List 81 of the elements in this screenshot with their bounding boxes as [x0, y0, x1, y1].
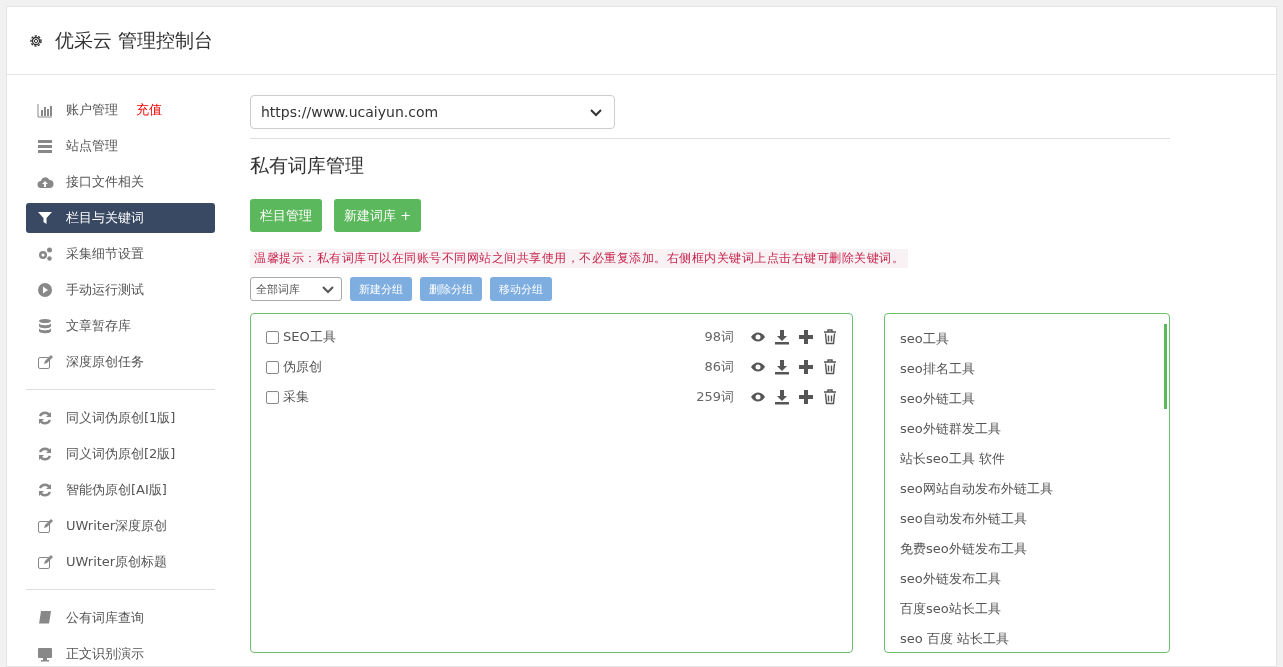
download-icon[interactable] — [774, 389, 790, 405]
sidebar-label: 同义词伪原创[1版] — [66, 409, 176, 427]
sidebar-label: UWriter原创标题 — [66, 553, 168, 571]
library-name: 采集 — [283, 388, 310, 406]
sidebar-label: 接口文件相关 — [66, 173, 144, 191]
sidebar-label: 正文识别演示 — [66, 645, 144, 663]
sidebar-label: 同义词伪原创[2版] — [66, 445, 176, 463]
sidebar-label: 智能伪原创[AI版] — [66, 481, 167, 499]
sidebar-item[interactable]: 文章暂存库 — [26, 311, 215, 341]
sidebar-item[interactable]: UWriter深度原创 — [26, 511, 215, 541]
keyword-item[interactable]: seo外链工具 — [900, 384, 1169, 414]
library-filter[interactable]: 全部词库 — [250, 277, 342, 301]
checkbox[interactable] — [266, 330, 279, 344]
sidebar-label: 手动运行测试 — [66, 281, 144, 299]
refresh-icon — [36, 446, 54, 462]
word-count: 259词 — [696, 388, 734, 406]
database-icon — [36, 318, 54, 334]
sidebar-label: 栏目与关键词 — [66, 209, 144, 227]
delete-icon[interactable] — [822, 359, 838, 375]
download-icon[interactable] — [774, 359, 790, 375]
edit-icon — [36, 354, 54, 370]
play-icon — [36, 282, 54, 298]
filter-icon — [36, 210, 54, 226]
checkbox[interactable] — [266, 390, 279, 404]
page-title: 优采云 管理控制台 — [55, 27, 214, 53]
sidebar-label: 账户管理 — [66, 101, 118, 119]
sidebar-label: UWriter深度原创 — [66, 517, 168, 535]
section-heading: 私有词库管理 — [250, 153, 365, 178]
gears-icon — [36, 246, 54, 262]
site-select[interactable]: https://www.ucaiyun.com — [250, 95, 615, 129]
recharge-link[interactable]: 充值 — [136, 101, 162, 119]
library-name: SEO工具 — [283, 328, 337, 346]
delete-icon[interactable] — [822, 389, 838, 405]
refresh-icon — [36, 482, 54, 498]
keyword-item[interactable]: 百度seo站长工具 — [900, 594, 1169, 624]
sidebar-item[interactable]: 手动运行测试 — [26, 275, 215, 305]
sidebar-label: 采集细节设置 — [66, 245, 144, 263]
sidebar-item[interactable]: 接口文件相关 — [26, 167, 215, 197]
server-icon — [36, 138, 54, 154]
word-count: 86词 — [704, 358, 734, 376]
keyword-item[interactable]: seo工具 — [900, 324, 1169, 354]
checkbox[interactable] — [266, 360, 279, 374]
sidebar-item[interactable]: 同义词伪原创[2版] — [26, 439, 215, 469]
settings-icon — [27, 32, 45, 49]
sidebar-item[interactable]: 同义词伪原创[1版] — [26, 403, 215, 433]
sidebar-item[interactable]: 账户管理 充值 — [26, 95, 215, 125]
sidebar-item[interactable]: 深度原创任务 — [26, 347, 215, 377]
sidebar-label: 文章暂存库 — [66, 317, 131, 335]
refresh-icon — [36, 410, 54, 426]
keyword-item[interactable]: seo自动发布外链工具 — [900, 504, 1169, 534]
sidebar-label: 站点管理 — [66, 137, 118, 155]
sidebar-item[interactable]: 采集细节设置 — [26, 239, 215, 269]
word-count: 98词 — [704, 328, 734, 346]
download-icon[interactable] — [774, 329, 790, 345]
sidebar-item[interactable]: 智能伪原创[AI版] — [26, 475, 215, 505]
keyword-item[interactable]: 站长seo工具 软件 — [900, 444, 1169, 474]
book-icon — [36, 610, 54, 626]
sidebar-label: 深度原创任务 — [66, 353, 144, 371]
cloud-upload-icon — [36, 174, 54, 190]
sidebar-item[interactable]: 栏目与关键词 — [26, 203, 215, 233]
add-icon[interactable] — [798, 389, 814, 405]
keyword-item[interactable]: seo外链群发工具 — [900, 414, 1169, 444]
sidebar-item[interactable]: UWriter原创标题 — [26, 547, 215, 577]
keyword-item[interactable]: 免费seo外链发布工具 — [900, 534, 1169, 564]
keyword-item[interactable]: seo网站自动发布外链工具 — [900, 474, 1169, 504]
keyword-item[interactable]: seo 百度 站长工具 — [900, 624, 1169, 654]
chart-icon — [36, 102, 54, 118]
keyword-item[interactable]: seo外链发布工具 — [900, 564, 1169, 594]
add-icon[interactable] — [798, 359, 814, 375]
edit-icon — [36, 518, 54, 534]
sidebar-item[interactable]: 正文识别演示 — [26, 639, 215, 666]
sidebar-item[interactable]: 站点管理 — [26, 131, 215, 161]
library-name: 伪原创 — [283, 358, 323, 376]
tip-text: 温馨提示：私有词库可以在同账号不同网站之间共享使用，不必重复添加。右侧框内关键词上点击右键可删除关键词。 — [250, 249, 908, 268]
edit-icon — [36, 554, 54, 570]
sidebar-item[interactable]: 公有词库查询 — [26, 603, 215, 633]
sidebar-label: 公有词库查询 — [66, 609, 144, 627]
monitor-icon — [36, 646, 54, 662]
add-icon[interactable] — [798, 329, 814, 345]
keyword-item[interactable]: seo排名工具 — [900, 354, 1169, 384]
delete-icon[interactable] — [822, 329, 838, 345]
